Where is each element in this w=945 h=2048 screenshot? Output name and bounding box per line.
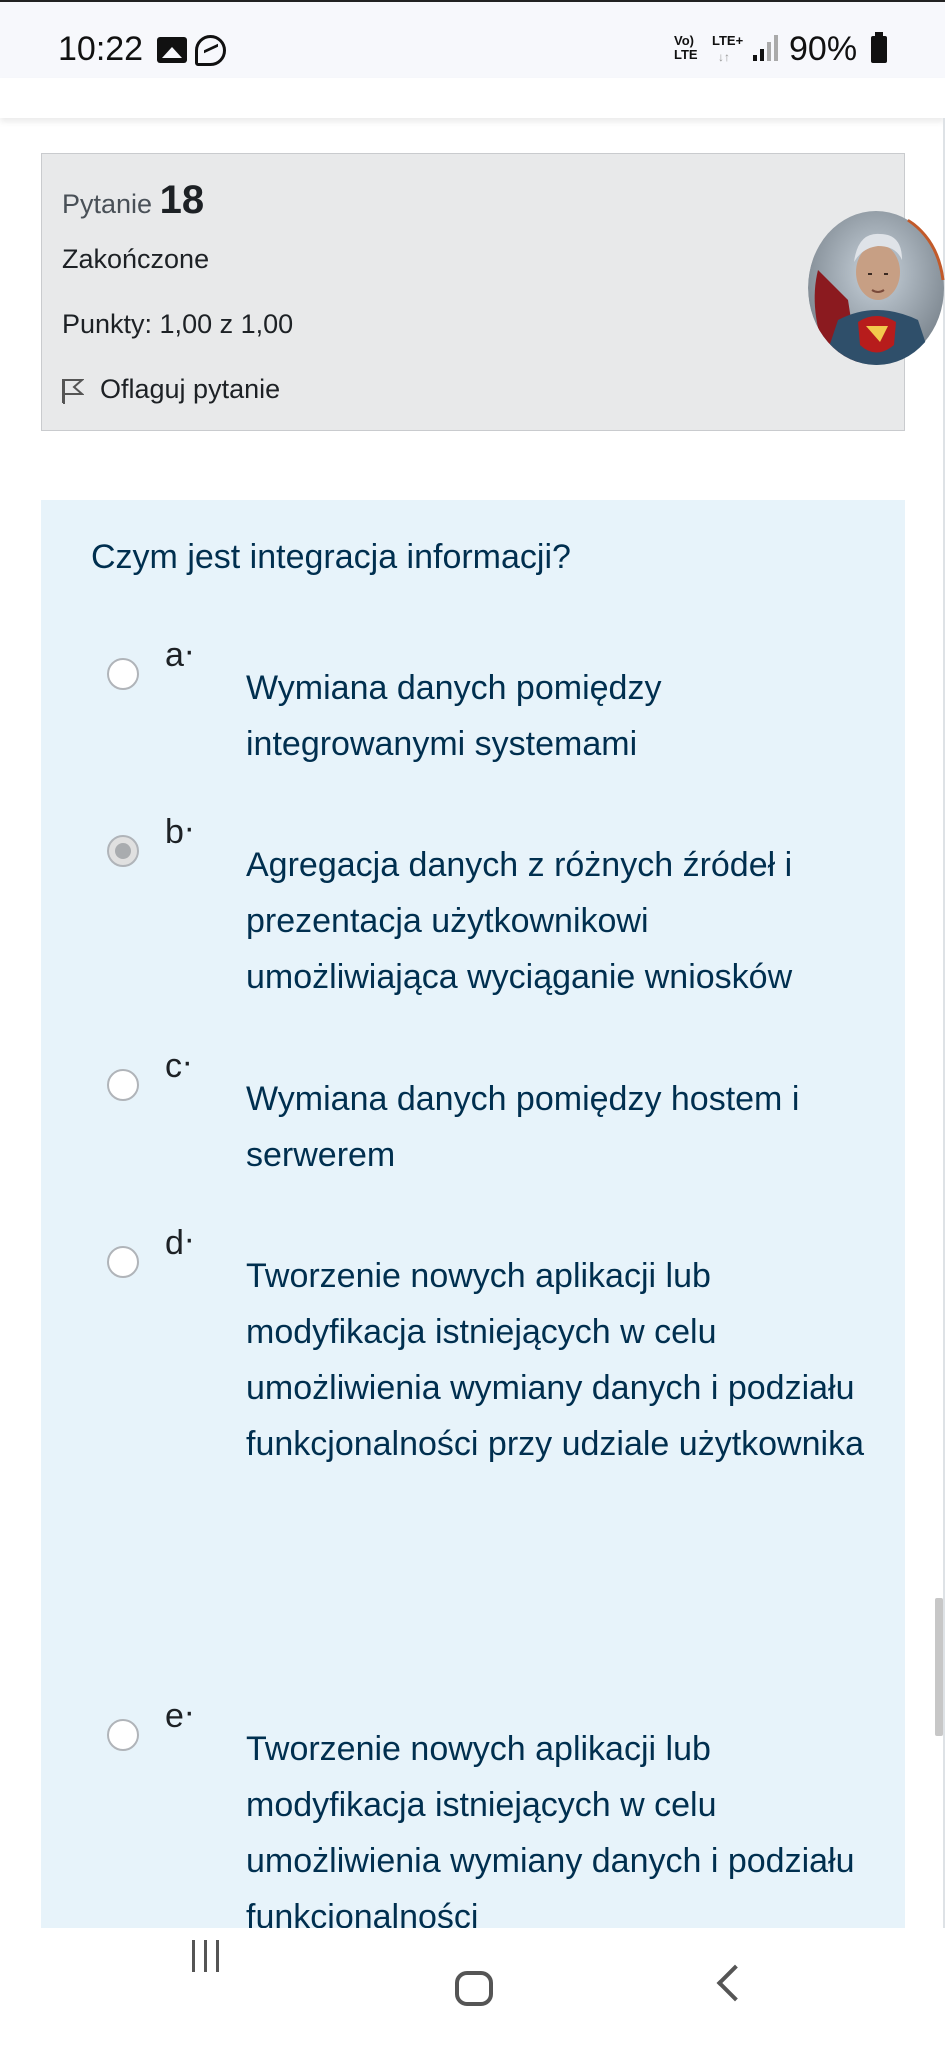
status-bar: 10:22 Vo) LTE LTE+ ↓↑ 90% — [0, 0, 945, 78]
lte-plus-label: LTE+ — [712, 33, 744, 48]
battery-icon — [871, 32, 887, 63]
answer-radio-a[interactable] — [107, 658, 139, 690]
question-info-box: Pytanie 18 Zakończone Punkty: 1,00 z 1,0… — [41, 153, 905, 431]
flag-label: Oflaguj pytanie — [100, 374, 281, 404]
answer-radio-e[interactable] — [107, 1719, 139, 1751]
home-icon[interactable] — [455, 1971, 493, 2006]
answer-text-a: Wymiana danych pomiędzy integrowanymi sy… — [246, 669, 662, 763]
question-number: 18 — [159, 178, 205, 222]
data-arrows-icon: ↓↑ — [718, 50, 730, 64]
answer-letter-a: a — [165, 632, 195, 675]
question-grade: Punkty: 1,00 z 1,00 — [62, 309, 294, 339]
answer-text-c: Wymiana danych pomiędzy hostem i serwere… — [246, 1080, 800, 1174]
question-number-heading: Pytanie 18 — [62, 178, 204, 223]
question-text: Czym jest integracja informacji? — [91, 538, 571, 576]
flag-icon — [62, 377, 84, 404]
question-state: Zakończone — [62, 244, 210, 274]
user-avatar[interactable] — [808, 210, 945, 365]
answer-radio-c[interactable] — [107, 1069, 139, 1101]
answer-letter-d: d — [165, 1220, 195, 1263]
answer-text-b: Agregacja danych z różnych źródeł i prez… — [246, 846, 793, 996]
signal-icon — [753, 35, 779, 61]
gallery-icon — [157, 37, 187, 63]
battery-percent: 90% — [789, 30, 858, 68]
volte-label: Vo) — [674, 33, 694, 48]
lte-label: LTE — [674, 47, 698, 62]
answer-letter-b: b — [165, 809, 195, 852]
page-scrollbar[interactable] — [935, 1598, 943, 1736]
answer-letter-e: e — [165, 1693, 195, 1736]
messenger-icon — [195, 35, 226, 66]
answer-text-d: Tworzenie nowych aplikacji lub modyfikac… — [246, 1257, 864, 1463]
question-label: Pytanie — [62, 189, 153, 219]
flag-question-link[interactable]: Oflaguj pytanie — [62, 374, 280, 405]
answer-radio-b[interactable] — [107, 835, 139, 867]
answer-radio-d[interactable] — [107, 1246, 139, 1278]
answer-letter-c: c — [165, 1043, 193, 1086]
answer-text-e: Tworzenie nowych aplikacji lub modyfikac… — [246, 1730, 855, 1936]
status-time: 10:22 — [58, 30, 144, 68]
question-content: Czym jest integracja informacji? a Wymia… — [41, 500, 905, 1936]
network-indicator: Vo) LTE LTE+ ↓↑ — [674, 33, 743, 65]
page-header-strip — [0, 78, 945, 118]
